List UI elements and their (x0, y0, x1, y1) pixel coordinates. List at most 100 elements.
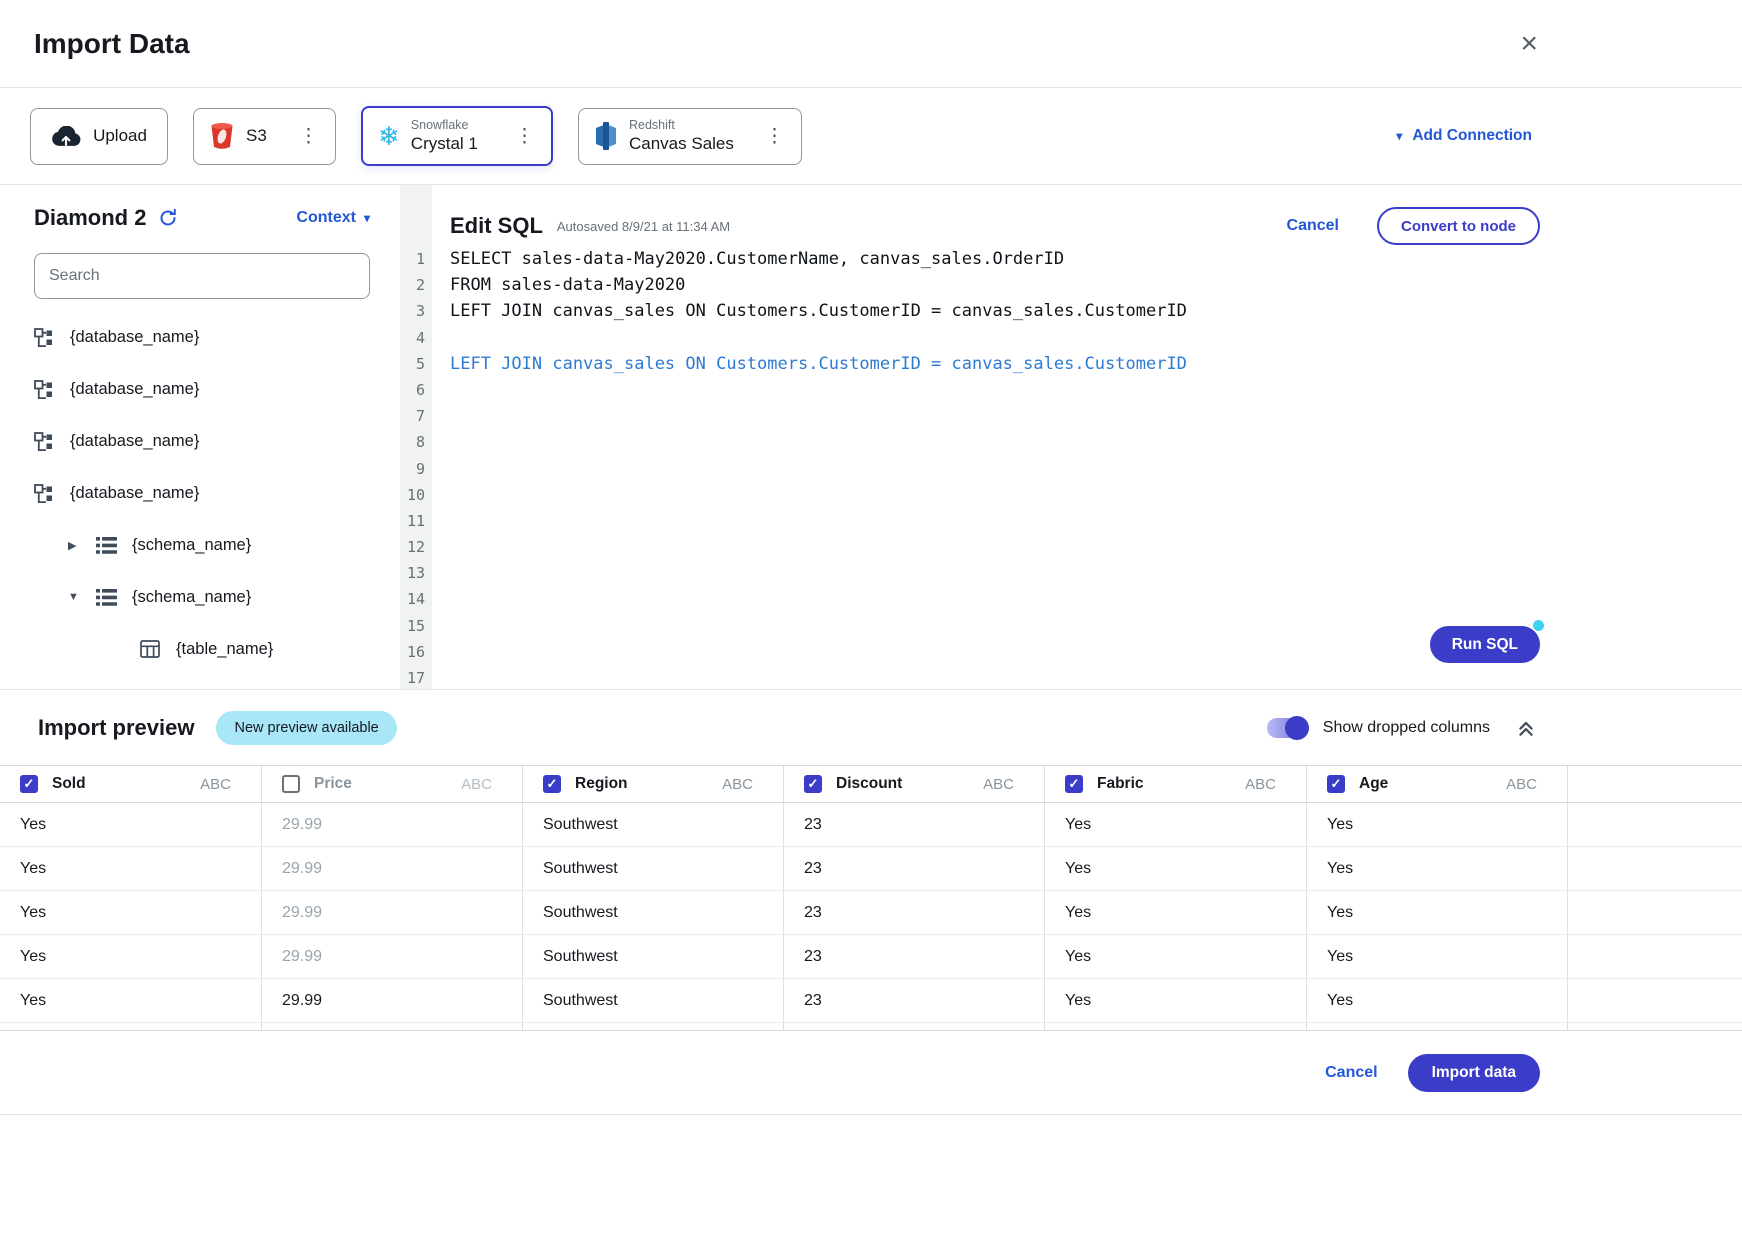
add-connection-button[interactable]: ▾ Add Connection (1396, 127, 1532, 145)
column-checkbox[interactable] (282, 775, 300, 793)
sql-code-area[interactable]: SELECT sales-data-May2020.CustomerName, … (450, 246, 1712, 377)
run-sql-button[interactable]: Run SQL (1430, 626, 1540, 663)
table-cell: Yes (1307, 803, 1568, 846)
line-number: 8 (400, 429, 432, 455)
table-cell: 29.99 (262, 979, 523, 1022)
table-cell: Southwest (523, 847, 784, 890)
convert-to-node-button[interactable]: Convert to node (1377, 207, 1540, 245)
code-line: FROM sales-data-May2020 (450, 272, 1712, 298)
line-number: 15 (400, 613, 432, 639)
redshift-connection-card[interactable]: Redshift Canvas Sales ⋮ (578, 108, 802, 165)
table-cell: Yes (0, 847, 262, 890)
line-number: 17 (400, 665, 432, 691)
show-dropped-toggle[interactable] (1267, 718, 1307, 738)
column-type-label: ABC (983, 776, 1014, 793)
toggle-knob (1285, 716, 1309, 740)
table-cell: 29.99 (262, 847, 523, 890)
import-preview-header: Import preview New preview available Sho… (0, 690, 1742, 765)
table-filler-cell (1568, 803, 1742, 846)
column-header-price: Price ABC (262, 766, 523, 802)
line-number: 11 (400, 508, 432, 534)
table-cell: Yes (1045, 891, 1307, 934)
table-cell: Yes (1045, 803, 1307, 846)
code-line: LEFT JOIN canvas_sales ON Customers.Cust… (450, 351, 1712, 377)
connection-name: Crystal 1 (411, 133, 478, 154)
table-filler-cell (1568, 1023, 1742, 1030)
tree-item-table[interactable]: {table_name} (34, 623, 370, 675)
redshift-icon (594, 122, 618, 150)
caret-down-icon: ▾ (364, 212, 370, 224)
editor-title: Edit SQL (450, 213, 543, 239)
caret-right-icon[interactable]: ▶ (68, 539, 96, 552)
new-preview-badge: New preview available (216, 711, 396, 745)
s3-icon (209, 121, 235, 151)
caret-down-icon: ▾ (1396, 130, 1402, 142)
tree-item-database[interactable]: {database_name} (34, 311, 370, 363)
table-cell: Yes (1045, 847, 1307, 890)
table-filler-cell (1568, 847, 1742, 890)
tree-item-database[interactable]: {database_name} (34, 467, 370, 519)
column-label: Price (314, 775, 352, 793)
refresh-icon[interactable] (158, 208, 178, 228)
table-cell: 23 (784, 803, 1045, 846)
column-label: Region (575, 775, 628, 793)
column-type-label: ABC (461, 776, 492, 793)
column-header-fabric: ✓FabricABC (1045, 766, 1307, 802)
collapse-chevrons-icon[interactable] (1516, 718, 1536, 738)
table-cell: Southwest (523, 803, 784, 846)
tree-item-schema[interactable]: ▼ {schema_name} (34, 571, 370, 623)
table-cell (523, 1023, 784, 1030)
import-data-button[interactable]: Import data (1408, 1054, 1540, 1092)
table-cell: Yes (0, 935, 262, 978)
database-icon (34, 484, 58, 503)
table-cell: Southwest (523, 935, 784, 978)
column-label: Sold (52, 775, 86, 793)
search-input[interactable] (34, 253, 370, 299)
line-number: 4 (400, 325, 432, 351)
table-filler-cell (1568, 979, 1742, 1022)
column-checkbox[interactable]: ✓ (543, 775, 561, 793)
tree-item-database[interactable]: {database_name} (34, 363, 370, 415)
table-cell (784, 1023, 1045, 1030)
snowflake-connection-card[interactable]: ❄ Snowflake Crystal 1 ⋮ (361, 106, 553, 166)
line-number: 7 (400, 403, 432, 429)
table-row: Yes29.99Southwest23YesYes (0, 935, 1742, 979)
upload-button[interactable]: Upload (30, 108, 168, 165)
modal-header: Import Data × (0, 0, 1742, 88)
tree-item-label: {database_name} (70, 328, 199, 347)
column-checkbox[interactable]: ✓ (20, 775, 38, 793)
line-number: 10 (400, 482, 432, 508)
table-filler-cell (1568, 766, 1742, 802)
code-line: LEFT JOIN canvas_sales ON Customers.Cust… (450, 298, 1712, 324)
code-line: SELECT sales-data-May2020.CustomerName, … (450, 246, 1712, 272)
s3-label: S3 (246, 126, 267, 146)
tree-item-database[interactable]: {database_name} (34, 415, 370, 467)
tree-item-label: {schema_name} (132, 588, 251, 607)
table-row-clipped (0, 1023, 1742, 1031)
data-browser-sidebar: Diamond 2 Context ▾ {database_name}{data… (0, 185, 400, 689)
table-cell: 23 (784, 847, 1045, 890)
table-cell: Yes (0, 979, 262, 1022)
kebab-menu-icon[interactable]: ⋮ (763, 125, 786, 148)
editor-cancel-link[interactable]: Cancel (1287, 217, 1339, 235)
context-dropdown[interactable]: Context ▾ (296, 209, 370, 227)
column-label: Discount (836, 775, 902, 793)
footer-cancel-link[interactable]: Cancel (1325, 1064, 1377, 1082)
import-data-modal: Import Data × Upload S3 ⋮ (0, 0, 1742, 1115)
page-title: Import Data (34, 28, 190, 60)
close-icon[interactable]: × (1520, 29, 1538, 59)
tree-item-schema[interactable]: ▶{schema_name} (34, 519, 370, 571)
caret-down-icon[interactable]: ▼ (68, 591, 96, 603)
column-checkbox[interactable]: ✓ (1065, 775, 1083, 793)
s3-connection-card[interactable]: S3 ⋮ (193, 108, 336, 165)
kebab-menu-icon[interactable]: ⋮ (297, 125, 320, 148)
table-cell: 23 (784, 979, 1045, 1022)
table-cell (262, 1023, 523, 1030)
table-cell: 29.99 (262, 935, 523, 978)
tree-item-label: {table_name} (176, 640, 273, 659)
column-checkbox[interactable]: ✓ (804, 775, 822, 793)
kebab-menu-icon[interactable]: ⋮ (513, 125, 536, 148)
table-row: Yes29.99Southwest23YesYes (0, 979, 1742, 1023)
line-number: 16 (400, 639, 432, 665)
column-checkbox[interactable]: ✓ (1327, 775, 1345, 793)
